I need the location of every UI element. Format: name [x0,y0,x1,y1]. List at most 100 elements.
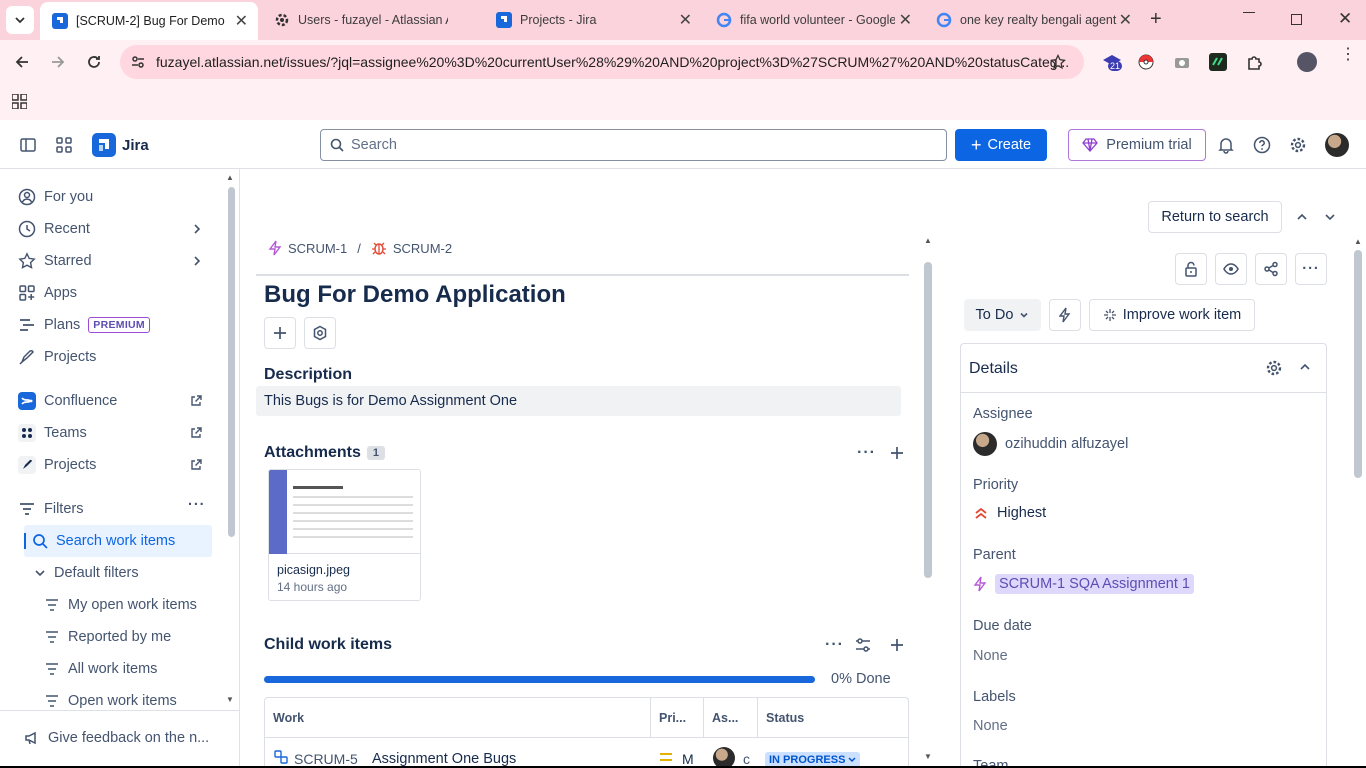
sidebar-filters-header[interactable]: Filters ··· [18,495,218,523]
status-dropdown[interactable]: To Do [964,299,1041,331]
share-button[interactable] [1255,253,1287,285]
return-to-search-button[interactable]: Return to search [1148,201,1282,233]
camera-icon[interactable] [1174,54,1190,70]
tab-search-button[interactable] [6,6,34,34]
attachment-card[interactable]: picasign.jpeg 14 hours ago [268,469,421,601]
pokeball-icon[interactable] [1138,54,1154,70]
column-header-assignee[interactable]: As... [704,698,758,738]
improve-work-item-button[interactable]: Improve work item [1089,299,1255,331]
forward-icon[interactable] [50,54,66,70]
bookmark-star-icon[interactable] [1050,54,1066,70]
extensions-puzzle-icon[interactable] [1246,53,1264,71]
sidebar-item-apps[interactable]: Apps [18,279,77,307]
right-scroll-up[interactable]: ▲ [1354,237,1362,246]
create-button[interactable]: + Create [955,129,1047,161]
tab-fifa[interactable]: fifa world volunteer - Google ✕ [704,0,922,40]
sidebar-scroll-down[interactable]: ▼ [226,695,234,704]
add-child-icon[interactable] [890,638,904,652]
add-content-button[interactable] [264,317,296,349]
assignee-field[interactable]: ozihuddin alfuzayel [973,432,1128,456]
details-heading[interactable]: Details [969,360,1018,378]
column-header-status[interactable]: Status [758,698,908,738]
child-summary[interactable]: Assignment One Bugs [372,751,516,767]
sidebar-filter-all[interactable]: All work items [44,655,157,683]
give-feedback-button[interactable]: Give feedback on the n... [24,724,209,752]
minimize-button[interactable] [1243,12,1255,13]
filters-more-icon[interactable]: ··· [188,497,206,513]
help-icon[interactable] [1253,136,1271,154]
child-more-icon[interactable]: ··· [825,636,844,654]
sidebar-app-projects[interactable]: Projects [18,451,218,479]
sidebar-scrollbar[interactable] [228,187,235,537]
back-icon[interactable] [14,54,30,70]
sidebar-item-search-work-items[interactable]: Search work items [32,527,175,555]
sidebar-app-teams[interactable]: Teams [18,419,218,447]
tab-users[interactable]: Users - fuzayel - Atlassian Ad [262,0,480,40]
automation-button[interactable] [1049,299,1081,331]
more-actions-button[interactable]: ··· [1295,253,1327,285]
priority-field[interactable]: Highest [973,505,1046,521]
address-bar[interactable]: fuzayel.atlassian.net/issues/?jql=assign… [120,45,1084,79]
close-window-button[interactable]: ✕ [1338,9,1352,29]
premium-trial-button[interactable]: Premium trial [1068,129,1206,161]
column-header-work[interactable]: Work [265,698,651,738]
reload-icon[interactable] [86,54,102,70]
right-scrollbar[interactable] [1354,250,1362,478]
sidebar-app-confluence[interactable]: Confluence [18,387,218,415]
main-scroll-down[interactable]: ▼ [924,752,932,761]
labels-field[interactable]: None [973,718,1008,734]
tab-onekey[interactable]: one key realty bengali agent ✕ [924,0,1142,40]
watch-button[interactable] [1215,253,1247,285]
close-tab-icon[interactable]: ✕ [1119,10,1132,30]
next-issue-icon[interactable] [1324,212,1336,222]
sidebar-filter-reported-by-me[interactable]: Reported by me [44,623,171,651]
sidebar-item-starred[interactable]: Starred [18,247,218,275]
terminal-extension-icon[interactable] [1209,53,1227,71]
description-field[interactable]: This Bugs is for Demo Assignment One [256,386,901,416]
restore-button[interactable] [1291,14,1302,25]
user-avatar[interactable] [1325,133,1349,157]
child-filter-icon[interactable] [855,638,871,652]
close-tab-icon[interactable]: ✕ [899,10,912,30]
previous-issue-icon[interactable] [1296,212,1308,222]
browser-menu-icon[interactable]: ⋮ [1340,47,1356,63]
extension-icon[interactable]: 21 [1102,52,1123,72]
collapse-chevron-up-icon[interactable] [1299,362,1311,372]
sidebar-item-for-you[interactable]: For you [18,183,93,211]
child-key-link[interactable]: SCRUM-5 [294,751,358,767]
main-scroll-up[interactable]: ▲ [924,236,932,245]
sidebar-item-recent[interactable]: Recent [18,215,218,243]
search-input[interactable]: Search [320,129,947,161]
sidebar-item-plans[interactable]: Plans PREMIUM [18,311,150,339]
notifications-bell-icon[interactable] [1217,136,1235,154]
new-tab-button[interactable]: + [1150,8,1162,31]
apps-grid-icon[interactable] [12,94,27,109]
sidebar-toggle-icon[interactable] [20,137,36,153]
close-tab-icon[interactable]: ✕ [679,10,692,30]
child-assignee-avatar[interactable] [713,747,735,768]
jira-logo[interactable]: Jira [92,133,149,157]
issue-title[interactable]: Bug For Demo Application [264,281,566,309]
breadcrumb-issue-link[interactable]: SCRUM-2 [393,241,452,256]
main-scrollbar[interactable] [924,262,932,578]
profile-avatar[interactable] [1297,52,1317,72]
attachments-more-icon[interactable]: ··· [857,444,876,462]
restrictions-button[interactable] [1175,253,1207,285]
due-date-field[interactable]: None [973,648,1008,664]
column-header-priority[interactable]: Pri... [651,698,704,738]
parent-field[interactable]: SCRUM-1 SQA Assignment 1 [973,574,1194,594]
sidebar-default-filters[interactable]: Default filters [34,559,139,587]
sidebar-scroll-up[interactable]: ▲ [226,173,234,182]
add-attachment-icon[interactable] [890,446,904,460]
sidebar-item-projects[interactable]: Projects [18,343,96,371]
app-switcher-icon[interactable] [56,137,72,153]
details-settings-gear-icon[interactable] [1265,359,1283,377]
sidebar-filter-my-open[interactable]: My open work items [44,591,197,619]
settings-gear-icon[interactable] [1289,136,1307,154]
tab-projects[interactable]: Projects - Jira ✕ [484,0,702,40]
apps-button[interactable] [304,317,336,349]
site-info-icon[interactable] [130,54,146,70]
table-row[interactable]: SCRUM-5 Assignment One Bugs M c IN PROGR… [265,739,908,768]
breadcrumb-parent-link[interactable]: SCRUM-1 [288,241,347,256]
tab-scrum-2[interactable]: [SCRUM-2] Bug For Demo A ✕ [40,2,258,40]
